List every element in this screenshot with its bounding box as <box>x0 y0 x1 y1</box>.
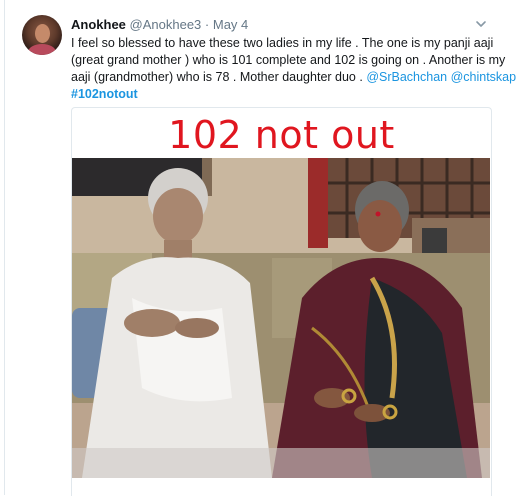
tweet-text-line-2: (great grand mother ) who is 101 complet… <box>71 53 506 67</box>
author-handle[interactable]: @Anokhee3 <box>130 17 202 32</box>
avatar-shoulder <box>28 44 56 55</box>
avatar-face <box>35 24 50 43</box>
tweet-text-line-1: I feel so blessed to have these two ladi… <box>71 36 494 50</box>
media-title: 102 not out <box>168 113 395 157</box>
author-name[interactable]: Anokhee <box>71 17 126 32</box>
media-card-footer <box>72 478 491 496</box>
media-card[interactable]: 102 not out <box>71 107 492 496</box>
tweet[interactable]: Anokhee @Anokhee3 · May 4 I feel so bles… <box>0 0 523 496</box>
timeline-divider <box>4 0 5 495</box>
tweet-text-line-3-text: aaji (grandmother) who is 78 . Mother da… <box>71 70 367 84</box>
avatar[interactable] <box>22 15 62 55</box>
mention-srbachchan[interactable]: @SrBachchan <box>366 70 447 84</box>
mention-chintskap[interactable]: @chintskap <box>451 70 517 84</box>
tweet-header: Anokhee @Anokhee3 · May 4 <box>71 17 248 33</box>
meta-separator: · <box>204 17 210 32</box>
chevron-down-icon[interactable] <box>474 17 488 31</box>
tweet-text-line-3: aaji (grandmother) who is 78 . Mother da… <box>71 69 516 86</box>
media-photo[interactable] <box>72 158 490 478</box>
tweet-text: I feel so blessed to have these two ladi… <box>71 35 516 103</box>
hashtag-link[interactable]: #102notout <box>71 86 491 103</box>
tweet-date[interactable]: May 4 <box>213 17 248 32</box>
